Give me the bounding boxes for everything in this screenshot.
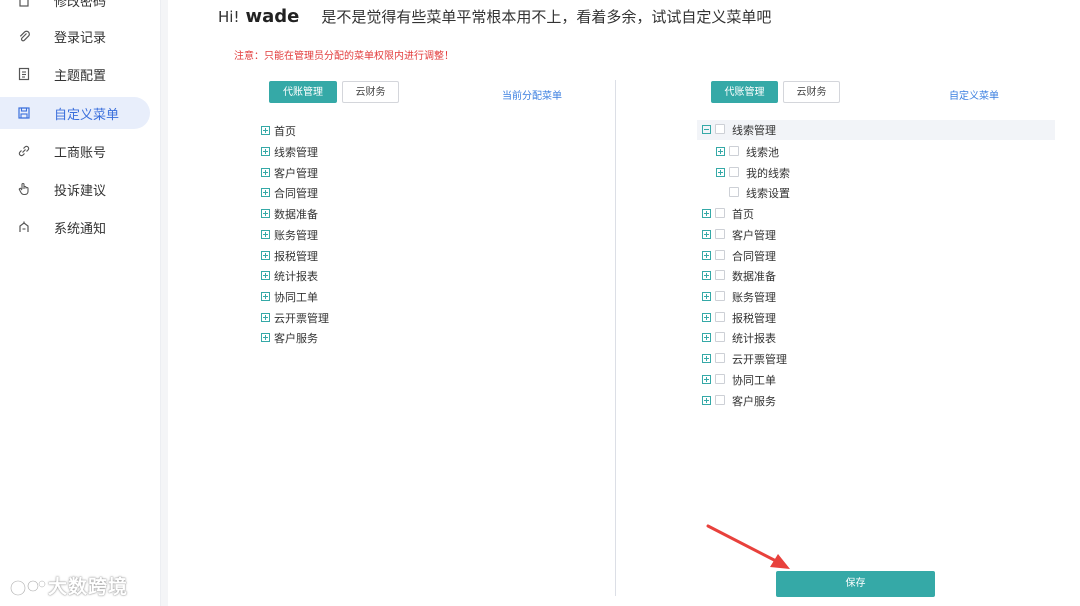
checkbox[interactable] [715,270,725,280]
sidebar: 修改密码 登录记录 主题配置 自定义菜单 工商账号 投诉建议 系统通知 大数跨境 [0,0,161,606]
expand-icon[interactable] [702,333,711,342]
main-panel: Hi! wade 是不是觉得有些菜单平常根本用不上，看着多余，试试自定义菜单吧 注意… [168,0,1080,606]
watermark-text: 大数跨境 [48,576,129,598]
right-tab-yuncaiwu[interactable]: 云财务 [783,81,840,103]
sidebar-item-login-records[interactable]: 登录记录 [0,20,150,52]
greeting-hi: Hi! [218,8,240,26]
sidebar-item-theme-config[interactable]: 主题配置 [0,58,150,90]
notice-icon [17,220,31,234]
sidebar-item-label: 投诉建议 [54,183,107,199]
greeting: Hi! wade 是不是觉得有些菜单平常根本用不上，看着多余，试试自定义菜单吧 [218,6,771,30]
checkbox[interactable] [715,332,725,342]
expand-icon[interactable] [716,147,725,156]
expand-icon[interactable] [702,271,711,280]
right-tab-daizhang[interactable]: 代账管理 [711,81,778,103]
annotation-arrow [706,524,790,569]
expand-icon[interactable] [261,126,270,135]
sidebar-item-label: 自定义菜单 [54,107,120,123]
greeting-message: 是不是觉得有些菜单平常根本用不上，看着多余，试试自定义菜单吧 [321,8,772,26]
document-icon [17,67,31,81]
checkbox[interactable] [715,374,725,384]
checkbox[interactable] [715,250,725,260]
checkbox[interactable] [715,312,725,322]
expand-icon[interactable] [716,168,725,177]
sidebar-item-label: 主题配置 [54,68,107,84]
sidebar-item-label: 修改密码 [54,0,107,10]
expand-icon[interactable] [702,251,711,260]
current-assigned-menu-link[interactable]: 当前分配菜单 [502,87,562,102]
checkbox[interactable] [715,124,725,134]
left-tab-yuncaiwu[interactable]: 云财务 [342,81,399,103]
right-tree-item-expanded: 线索管理 [697,120,1055,140]
expand-icon[interactable] [261,251,270,260]
expand-icon[interactable] [702,375,711,384]
expand-icon[interactable] [702,230,711,239]
left-tab-daizhang[interactable]: 代账管理 [269,81,337,103]
expand-icon[interactable] [702,313,711,322]
checkbox[interactable] [715,395,725,405]
greeting-username: wade [245,6,300,27]
expand-icon[interactable] [261,209,270,218]
expand-icon[interactable] [261,292,270,301]
lock-icon [17,0,31,7]
save-button[interactable]: 保存 [776,571,935,597]
expand-icon[interactable] [702,292,711,301]
warning-notice: 注意：只能在管理员分配的菜单权限内进行调整！ [234,51,454,62]
expand-icon[interactable] [261,271,270,280]
checkbox[interactable] [715,208,725,218]
link-icon [17,144,31,158]
watermark: 大数跨境 [8,572,128,599]
sidebar-item-business-account[interactable]: 工商账号 [0,135,150,167]
save-icon [17,106,31,120]
checkbox[interactable] [729,146,739,156]
checkbox[interactable] [715,229,725,239]
sidebar-item-label: 工商账号 [54,145,107,161]
panel-divider [615,80,616,596]
expand-icon[interactable] [702,354,711,363]
checkbox[interactable] [729,167,739,177]
checkbox[interactable] [715,291,725,301]
checkbox[interactable] [715,353,725,363]
paperclip-icon [17,29,31,43]
custom-menu-link[interactable]: 自定义菜单 [949,87,999,102]
hand-icon [17,182,31,196]
collapse-icon[interactable] [702,125,711,134]
sidebar-item-custom-menu[interactable]: 自定义菜单 [0,97,150,129]
sidebar-item-label: 登录记录 [54,30,107,46]
expand-icon[interactable] [702,396,711,405]
expand-icon[interactable] [261,333,270,342]
expand-icon[interactable] [261,147,270,156]
sidebar-item-complaints[interactable]: 投诉建议 [0,173,150,205]
expand-icon[interactable] [261,188,270,197]
sidebar-item-change-password[interactable]: 修改密码 [0,0,150,16]
watermark-logo [8,577,48,599]
expand-icon[interactable] [261,313,270,322]
sidebar-item-notifications[interactable]: 系统通知 [0,211,150,243]
expand-icon[interactable] [261,168,270,177]
expand-icon[interactable] [261,230,270,239]
sidebar-item-label: 系统通知 [54,221,107,237]
checkbox[interactable] [729,187,739,197]
expand-icon[interactable] [702,209,711,218]
